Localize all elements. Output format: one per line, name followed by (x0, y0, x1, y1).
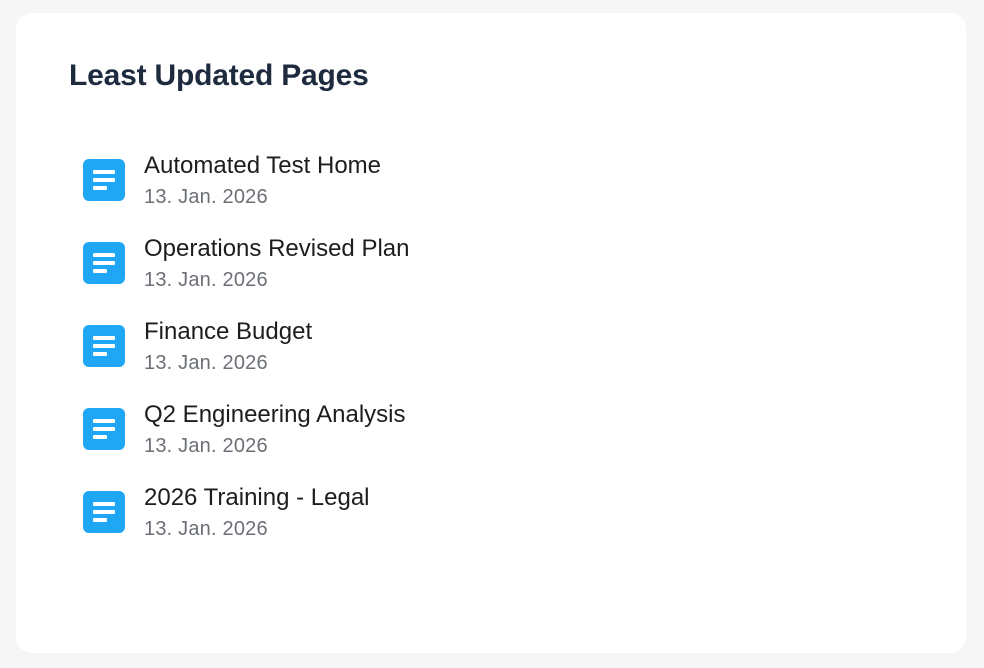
document-icon (83, 491, 125, 533)
card-title: Least Updated Pages (69, 59, 369, 92)
page-title-link[interactable]: Automated Test Home (144, 151, 381, 181)
page-title-link[interactable]: 2026 Training - Legal (144, 483, 370, 513)
document-icon (83, 408, 125, 450)
page-updated-date: 13. Jan. 2026 (144, 352, 268, 374)
document-icon (83, 325, 125, 367)
page-updated-date: 13. Jan. 2026 (144, 186, 268, 208)
page-title-link[interactable]: Operations Revised Plan (144, 234, 409, 264)
document-icon (83, 242, 125, 284)
page-updated-date: 13. Jan. 2026 (144, 518, 268, 540)
least-updated-pages-card: Least Updated Pages Automated Test Home … (16, 13, 966, 653)
page-updated-date: 13. Jan. 2026 (144, 269, 268, 291)
page-title-link[interactable]: Finance Budget (144, 317, 312, 347)
page-updated-date: 13. Jan. 2026 (144, 435, 268, 457)
document-icon (83, 159, 125, 201)
page-title-link[interactable]: Q2 Engineering Analysis (144, 400, 406, 430)
